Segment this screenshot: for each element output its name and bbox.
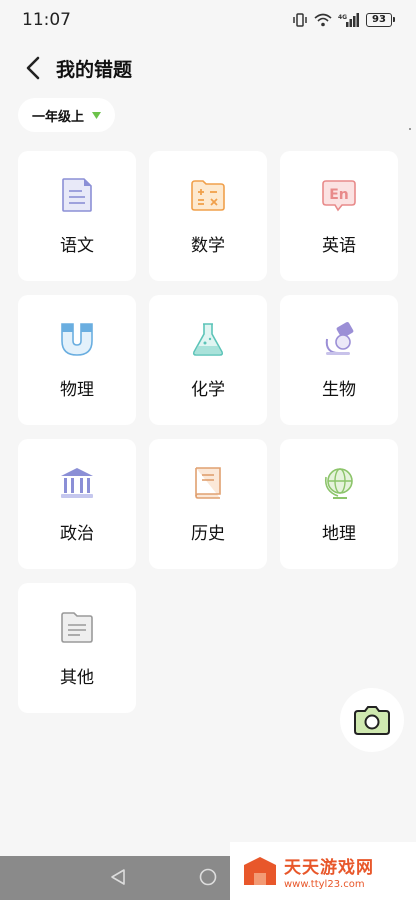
- svg-text:4G: 4G: [338, 14, 347, 21]
- back-button[interactable]: [16, 46, 50, 90]
- decorative-dot: [409, 128, 411, 130]
- globe-icon: [321, 465, 357, 501]
- subject-grid: 语文 数学 En 英语 物理 化学 生物 政治 历史 地理 其他: [18, 151, 398, 713]
- camera-button[interactable]: [340, 688, 404, 752]
- calculator-folder-icon: [190, 177, 226, 213]
- subject-label: 其他: [60, 668, 94, 688]
- magnet-icon: [59, 321, 95, 357]
- vibrate-icon: [293, 13, 307, 27]
- nav-back-button[interactable]: [110, 868, 126, 890]
- subject-card-chemistry[interactable]: 化学: [149, 295, 267, 425]
- subject-label: 历史: [191, 524, 225, 544]
- folder-lines-icon: [59, 609, 95, 645]
- subject-label: 物理: [60, 380, 94, 400]
- watermark-logo-icon: [244, 857, 276, 885]
- watermark-title: 天天游戏网: [284, 857, 374, 878]
- camera-icon: [354, 706, 390, 735]
- subject-card-history[interactable]: 历史: [149, 439, 267, 569]
- en-bubble-icon: En: [321, 177, 357, 213]
- document-icon: [59, 177, 95, 213]
- subject-card-other[interactable]: 其他: [18, 583, 136, 713]
- svg-text:En: En: [329, 187, 349, 203]
- subject-card-biology[interactable]: 生物: [280, 295, 398, 425]
- subject-label: 英语: [322, 236, 356, 256]
- subject-label: 政治: [60, 524, 94, 544]
- pillar-building-icon: [59, 465, 95, 501]
- subject-label: 语文: [60, 236, 94, 256]
- subject-card-english[interactable]: En 英语: [280, 151, 398, 281]
- signal-icon: 4G: [338, 13, 359, 27]
- watermark: 天天游戏网 www.ttyl23.com: [230, 842, 416, 900]
- header: 我的错题: [0, 46, 416, 90]
- subject-label: 数学: [191, 236, 225, 256]
- battery-indicator: 93: [366, 13, 395, 27]
- triangle-back-icon: [111, 869, 125, 885]
- subject-label: 地理: [322, 524, 356, 544]
- subject-card-politics[interactable]: 政治: [18, 439, 136, 569]
- flask-icon: [190, 321, 226, 357]
- status-icons: 4G 93: [292, 13, 395, 27]
- page-title: 我的错题: [56, 58, 133, 81]
- subject-label: 化学: [191, 380, 225, 400]
- circle-home-icon: [199, 868, 217, 886]
- subject-card-math[interactable]: 数学: [149, 151, 267, 281]
- subject-card-chinese[interactable]: 语文: [18, 151, 136, 281]
- chevron-left-icon: [26, 56, 40, 80]
- book-icon: [190, 465, 226, 501]
- grade-selector[interactable]: 一年级上: [18, 98, 116, 132]
- nav-home-button[interactable]: [199, 868, 217, 890]
- subject-card-geography[interactable]: 地理: [280, 439, 398, 569]
- microscope-icon: [321, 321, 357, 357]
- subject-label: 生物: [322, 380, 356, 400]
- status-bar: 11:07 4G 93: [0, 0, 416, 40]
- caret-down-icon: [92, 111, 102, 119]
- status-time: 11:07: [22, 10, 71, 30]
- watermark-url: www.ttyl23.com: [284, 878, 365, 890]
- subject-card-physics[interactable]: 物理: [18, 295, 136, 425]
- wifi-icon: [314, 13, 332, 27]
- grade-label: 一年级上: [32, 109, 85, 125]
